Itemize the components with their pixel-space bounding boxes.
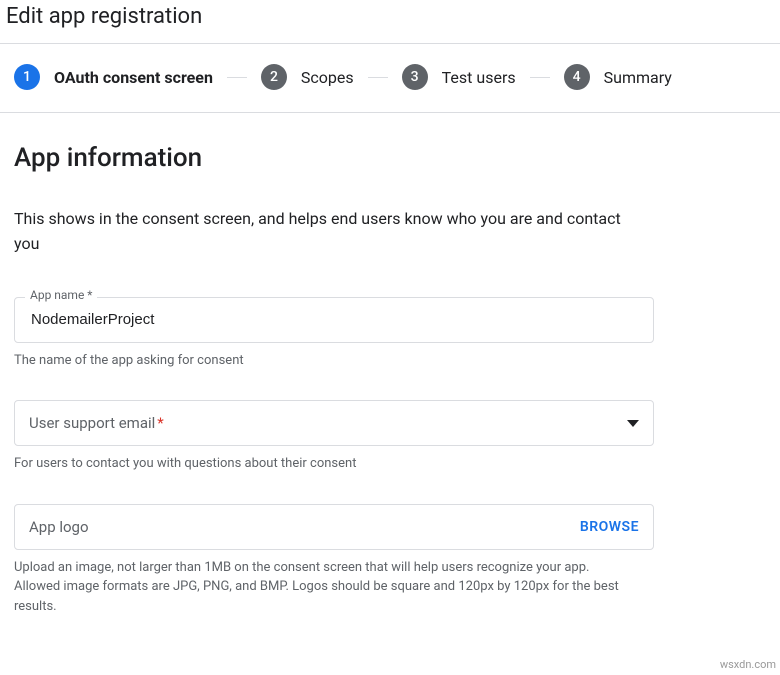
step-number-3: 3 xyxy=(402,64,428,90)
stepper: 1 OAuth consent screen 2 Scopes 3 Test u… xyxy=(0,44,780,112)
step-label-3: Test users xyxy=(442,68,516,87)
app-name-input[interactable] xyxy=(29,310,639,329)
browse-button[interactable]: BROWSE xyxy=(580,519,639,535)
step-scopes[interactable]: 2 Scopes xyxy=(261,64,354,90)
step-number-4: 4 xyxy=(564,64,590,90)
field-app-logo: App logo BROWSE Upload an image, not lar… xyxy=(14,504,654,617)
step-label-2: Scopes xyxy=(301,68,354,87)
step-connector xyxy=(227,77,247,78)
section-description: This shows in the consent screen, and he… xyxy=(14,207,634,257)
step-label-4: Summary xyxy=(604,68,672,87)
app-name-input-outline[interactable]: App name * xyxy=(14,297,654,343)
content: App information This shows in the consen… xyxy=(0,113,780,616)
app-name-label: App name * xyxy=(25,288,97,302)
page-title: Edit app registration xyxy=(0,0,780,43)
support-email-helper: For users to contact you with questions … xyxy=(14,454,634,474)
step-connector xyxy=(368,77,388,78)
step-number-1: 1 xyxy=(14,64,40,90)
support-email-label: User support email* xyxy=(29,414,164,432)
app-logo-helper: Upload an image, not larger than 1MB on … xyxy=(14,558,634,617)
watermark: wsxdn.com xyxy=(720,658,776,671)
field-support-email: User support email* For users to contact… xyxy=(14,400,654,474)
field-app-name: App name * The name of the app asking fo… xyxy=(14,297,654,371)
app-logo-input-outline[interactable]: App logo BROWSE xyxy=(14,504,654,550)
chevron-down-icon xyxy=(627,420,639,427)
step-number-2: 2 xyxy=(261,64,287,90)
step-connector xyxy=(530,77,550,78)
step-label-1: OAuth consent screen xyxy=(54,68,213,87)
step-summary[interactable]: 4 Summary xyxy=(564,64,672,90)
section-heading: App information xyxy=(14,143,766,173)
app-name-helper: The name of the app asking for consent xyxy=(14,351,634,371)
app-logo-label: App logo xyxy=(29,518,89,536)
step-test-users[interactable]: 3 Test users xyxy=(402,64,516,90)
step-oauth-consent[interactable]: 1 OAuth consent screen xyxy=(14,64,213,90)
support-email-select[interactable]: User support email* xyxy=(14,400,654,446)
